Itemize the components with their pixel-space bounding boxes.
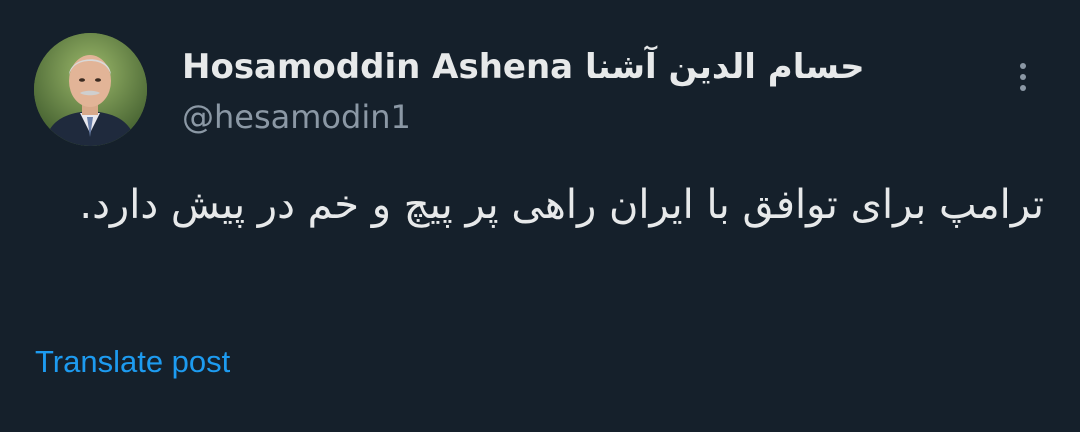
- author-handle[interactable]: @hesamodin1: [182, 95, 411, 139]
- translate-post-link[interactable]: Translate post: [35, 341, 230, 383]
- more-options-button[interactable]: [1010, 58, 1036, 98]
- post-text: ترامپ برای توافق با ایران راهی پر پیچ و …: [79, 182, 1044, 228]
- vertical-ellipsis-icon: [1020, 63, 1026, 91]
- tweet-card: Hosamoddin Ashena حسام الدین آشنا @hesam…: [0, 0, 1080, 432]
- author-avatar[interactable]: [34, 33, 147, 146]
- author-display-name[interactable]: Hosamoddin Ashena حسام الدین آشنا: [182, 44, 865, 90]
- person-portrait-icon: [34, 33, 147, 146]
